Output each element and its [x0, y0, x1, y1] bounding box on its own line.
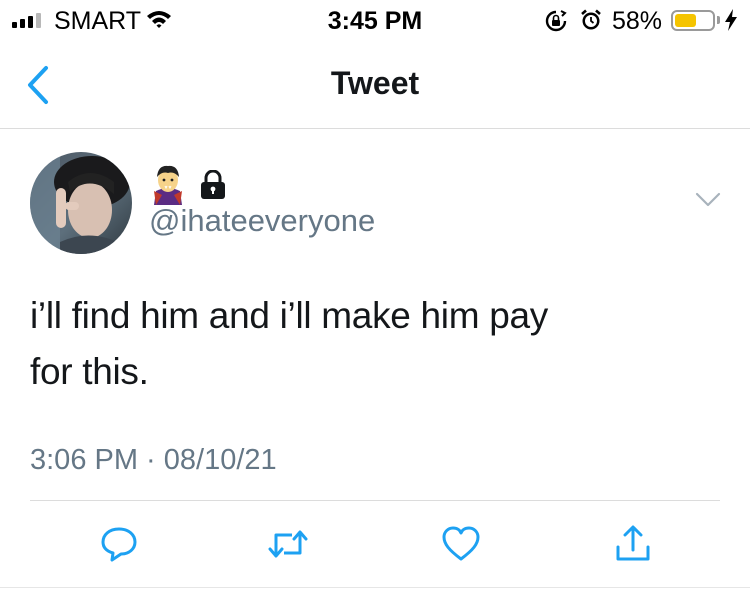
- vampire-emoji-icon: [154, 165, 182, 205]
- alarm-icon: [581, 9, 601, 30]
- divider: [30, 500, 720, 501]
- tweet-timestamp: 3:06 PM · 08/10/21: [30, 444, 277, 476]
- charging-icon: [725, 9, 737, 31]
- navigation-bar: Tweet: [0, 40, 750, 129]
- rotation-lock-icon: [545, 10, 567, 32]
- retweet-icon[interactable]: [267, 523, 309, 565]
- battery-cap: [717, 16, 720, 24]
- battery-level-fill: [675, 14, 696, 27]
- battery-icon: [671, 10, 715, 31]
- user-handle[interactable]: @ihateeveryone: [149, 203, 375, 239]
- battery-percent: 58%: [612, 7, 663, 35]
- tweet-text: i’ll find him and i’ll make him pay for …: [30, 288, 650, 400]
- reply-icon[interactable]: [98, 523, 140, 565]
- page-title: Tweet: [330, 65, 420, 101]
- status-bar: SMART 3:45 PM 58%: [0, 0, 750, 40]
- heart-icon[interactable]: [440, 523, 482, 565]
- share-icon[interactable]: [612, 523, 654, 565]
- tweet-text-line: i’ll find him and i’ll make him pay: [30, 295, 548, 336]
- display-name: [150, 165, 226, 205]
- chevron-down-icon[interactable]: [694, 190, 722, 210]
- avatar[interactable]: [30, 152, 132, 254]
- lock-icon: [201, 170, 225, 199]
- tweet-text-line: for this.: [30, 351, 149, 392]
- divider: [0, 587, 750, 588]
